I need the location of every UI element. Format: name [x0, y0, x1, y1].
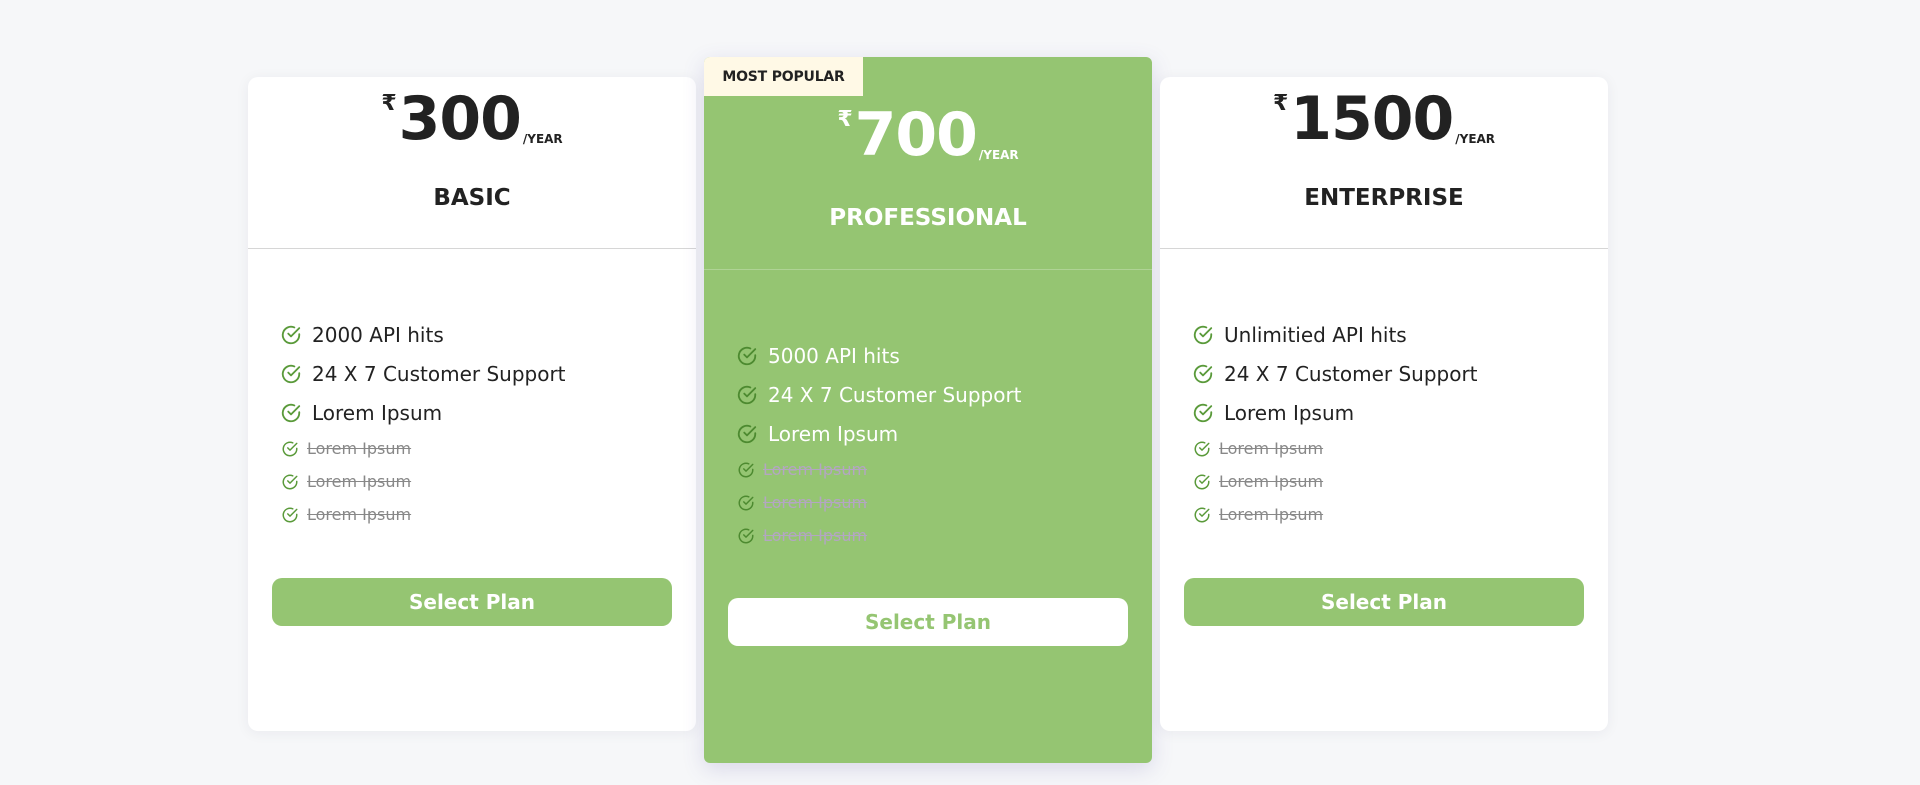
check-circle-icon: [281, 473, 299, 491]
check-circle-icon: [737, 494, 755, 512]
check-circle-icon: [736, 423, 758, 445]
select-plan-button[interactable]: Select Plan: [728, 598, 1128, 646]
price-amount: 300: [398, 84, 522, 154]
feature-item-disabled: Lorem Ipsum: [280, 498, 696, 531]
feature-item-disabled: Lorem Ipsum: [280, 465, 696, 498]
feature-label: Lorem Ipsum: [1219, 439, 1324, 458]
feature-item: 5000 API hits: [736, 336, 1152, 375]
check-circle-icon: [736, 345, 758, 367]
feature-label: Lorem Ipsum: [768, 421, 899, 446]
feature-item: 24 X 7 Customer Support: [1192, 354, 1608, 393]
plan-header: ₹ 300 /YEAR BASIC: [248, 77, 696, 249]
feature-label: Lorem Ipsum: [312, 400, 443, 425]
plan-card-enterprise: ₹ 1500 /YEAR ENTERPRISE Unlimitied API h…: [1160, 77, 1608, 731]
plan-card-professional: MOST POPULAR ₹ 700 /YEAR PROFESSIONAL 50…: [704, 57, 1152, 763]
feature-label: Lorem Ipsum: [1219, 505, 1324, 524]
feature-item: 24 X 7 Customer Support: [280, 354, 696, 393]
price-period: /YEAR: [1455, 132, 1496, 146]
currency-symbol: ₹: [1272, 91, 1289, 116]
feature-label: Unlimitied API hits: [1224, 322, 1407, 347]
check-circle-icon: [1192, 402, 1214, 424]
feature-item: Lorem Ipsum: [736, 414, 1152, 453]
feature-label: 5000 API hits: [768, 343, 900, 368]
check-circle-icon: [281, 506, 299, 524]
check-circle-icon: [1192, 363, 1214, 385]
select-plan-button[interactable]: Select Plan: [272, 578, 672, 626]
feature-item-disabled: Lorem Ipsum: [736, 519, 1152, 552]
feature-label: Lorem Ipsum: [763, 460, 868, 479]
check-circle-icon: [281, 440, 299, 458]
feature-item: Unlimitied API hits: [1192, 315, 1608, 354]
feature-label: Lorem Ipsum: [307, 472, 412, 491]
check-circle-icon: [280, 363, 302, 385]
plan-name: ENTERPRISE: [1304, 185, 1464, 211]
price-period: /YEAR: [522, 132, 563, 146]
currency-symbol: ₹: [381, 91, 397, 116]
feature-label: Lorem Ipsum: [307, 505, 412, 524]
check-circle-icon: [1192, 324, 1214, 346]
check-circle-icon: [280, 402, 302, 424]
feature-item-disabled: Lorem Ipsum: [736, 486, 1152, 519]
feature-list: 5000 API hits 24 X 7 Customer Support Lo…: [704, 336, 1152, 552]
plan-header: MOST POPULAR ₹ 700 /YEAR PROFESSIONAL: [704, 57, 1152, 270]
feature-label: 24 X 7 Customer Support: [312, 361, 566, 386]
plan-card-basic: ₹ 300 /YEAR BASIC 2000 API hits 24 X 7 C…: [248, 77, 696, 731]
plan-name: PROFESSIONAL: [829, 205, 1027, 231]
feature-item-disabled: Lorem Ipsum: [1192, 498, 1608, 531]
check-circle-icon: [737, 527, 755, 545]
feature-list: Unlimitied API hits 24 X 7 Customer Supp…: [1160, 315, 1608, 531]
feature-label: 24 X 7 Customer Support: [1224, 361, 1478, 386]
feature-item-disabled: Lorem Ipsum: [1192, 465, 1608, 498]
feature-item: Lorem Ipsum: [280, 393, 696, 432]
feature-item-disabled: Lorem Ipsum: [280, 432, 696, 465]
select-plan-button[interactable]: Select Plan: [1184, 578, 1584, 626]
price-amount: 1500: [1290, 84, 1454, 154]
plan-price: ₹ 300 /YEAR: [248, 89, 696, 149]
feature-label: Lorem Ipsum: [1224, 400, 1355, 425]
check-circle-icon: [1193, 506, 1211, 524]
price-amount: 700: [854, 100, 978, 170]
feature-label: 2000 API hits: [312, 322, 444, 347]
plan-name: BASIC: [433, 185, 511, 211]
feature-item: 2000 API hits: [280, 315, 696, 354]
feature-item-disabled: Lorem Ipsum: [736, 453, 1152, 486]
plan-header: ₹ 1500 /YEAR ENTERPRISE: [1160, 77, 1608, 249]
pricing-section: ₹ 300 /YEAR BASIC 2000 API hits 24 X 7 C…: [0, 0, 1920, 785]
check-circle-icon: [736, 384, 758, 406]
feature-list: 2000 API hits 24 X 7 Customer Support Lo…: [248, 315, 696, 531]
feature-label: Lorem Ipsum: [763, 526, 868, 545]
currency-symbol: ₹: [837, 107, 853, 132]
price-period: /YEAR: [978, 148, 1019, 162]
feature-item-disabled: Lorem Ipsum: [1192, 432, 1608, 465]
plan-price: ₹ 700 /YEAR: [704, 105, 1152, 165]
check-circle-icon: [737, 461, 755, 479]
check-circle-icon: [1193, 440, 1211, 458]
feature-label: Lorem Ipsum: [307, 439, 412, 458]
plan-price: ₹ 1500 /YEAR: [1160, 89, 1608, 149]
feature-item: 24 X 7 Customer Support: [736, 375, 1152, 414]
check-circle-icon: [280, 324, 302, 346]
feature-item: Lorem Ipsum: [1192, 393, 1608, 432]
most-popular-badge: MOST POPULAR: [704, 57, 863, 96]
feature-label: Lorem Ipsum: [1219, 472, 1324, 491]
check-circle-icon: [1193, 473, 1211, 491]
feature-label: Lorem Ipsum: [763, 493, 868, 512]
feature-label: 24 X 7 Customer Support: [768, 382, 1022, 407]
